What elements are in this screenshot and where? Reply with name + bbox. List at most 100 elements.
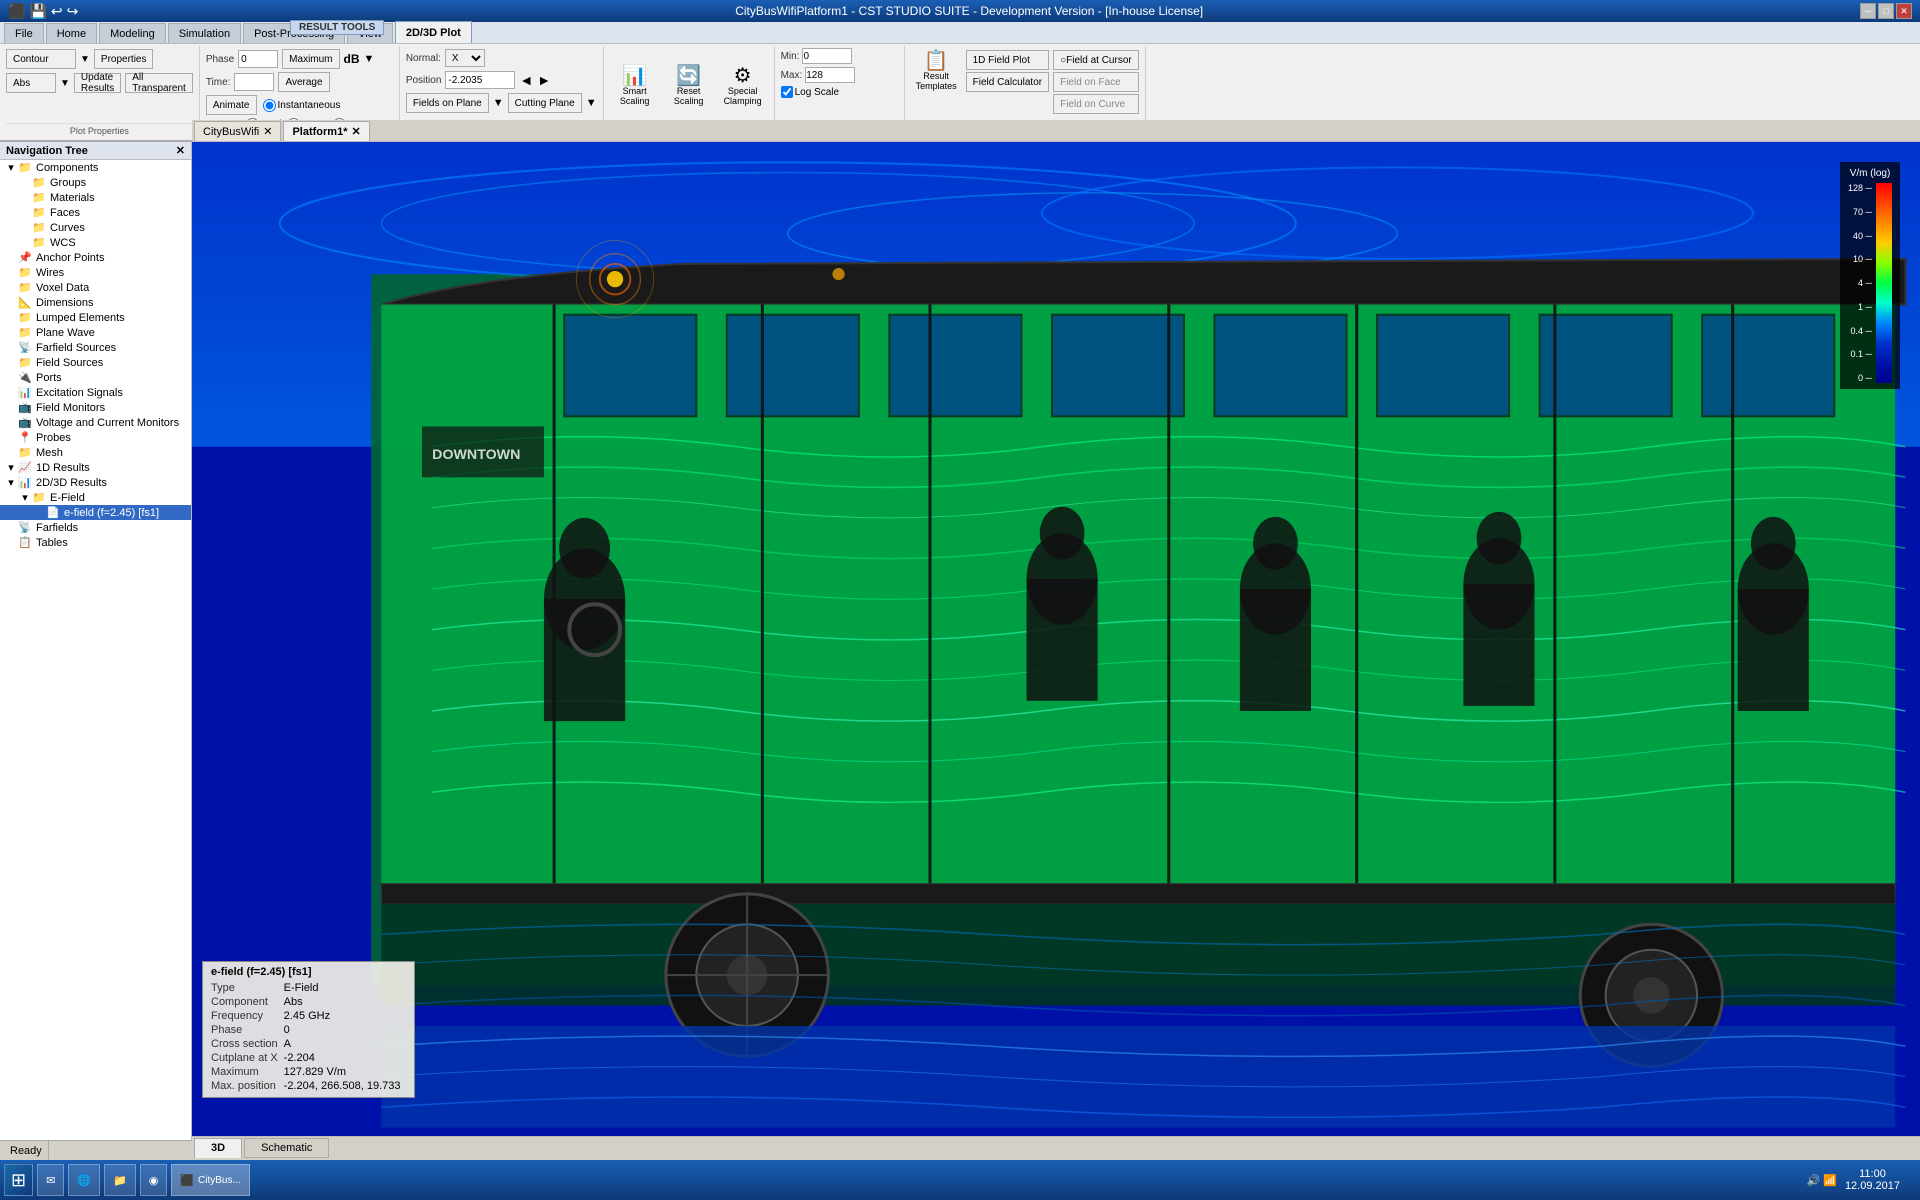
nav-item[interactable]: 📡Farfields: [0, 520, 191, 535]
fields-plane-arrow[interactable]: ▼: [493, 97, 504, 109]
reset-scaling-btn[interactable]: 🔄 ResetScaling: [664, 63, 714, 109]
nav-item[interactable]: 📍Probes: [0, 430, 191, 445]
max-input[interactable]: [805, 67, 855, 83]
nav-item-label: Probes: [36, 432, 71, 444]
nav-item[interactable]: 📌Anchor Points: [0, 250, 191, 265]
all-transparent-btn[interactable]: AllTransparent: [125, 73, 193, 93]
field-at-cursor-btn[interactable]: ○ Field at Cursor: [1053, 50, 1139, 70]
instantaneous-radio[interactable]: [263, 99, 276, 112]
nav-item[interactable]: 📄e-field (f=2.45) [fs1]: [0, 505, 191, 520]
start-btn[interactable]: ⊞: [4, 1164, 33, 1196]
result-templates-btn[interactable]: 📋 ResultTemplates: [911, 48, 962, 94]
nav-item[interactable]: 📁WCS: [0, 235, 191, 250]
nav-item[interactable]: 📐Dimensions: [0, 295, 191, 310]
log-scale-check[interactable]: [781, 86, 793, 98]
vp-tab-platform[interactable]: Platform1* ✕: [283, 121, 369, 141]
main-viewport[interactable]: DOWNTOWN V/m (log): [192, 142, 1920, 1158]
expand-icon[interactable]: ▾: [4, 476, 18, 489]
window-controls[interactable]: ─ □ ✕: [1860, 3, 1912, 19]
vp-tab-citybus-close[interactable]: ✕: [263, 125, 272, 138]
taskbar-chrome[interactable]: ◉: [140, 1164, 168, 1196]
nav-item[interactable]: 📁Field Sources: [0, 355, 191, 370]
db-arrow[interactable]: ▼: [364, 53, 375, 65]
smart-scaling-icon: 📊: [622, 66, 647, 86]
tab-file[interactable]: File: [4, 23, 44, 43]
average-btn[interactable]: Average: [278, 72, 329, 92]
cutting-plane-btn[interactable]: Cutting Plane: [508, 93, 582, 113]
nav-item[interactable]: 📁Faces: [0, 205, 191, 220]
close-btn[interactable]: ✕: [1896, 3, 1912, 19]
cutting-plane-arrow[interactable]: ▼: [586, 97, 597, 109]
nav-item[interactable]: 📁Wires: [0, 265, 191, 280]
tab-simulation[interactable]: Simulation: [168, 23, 241, 43]
1d-field-plot-btn[interactable]: 1D Field Plot: [966, 50, 1049, 70]
vp-tab-citybus[interactable]: CityBusWifi ✕: [194, 121, 281, 141]
field-on-curve-label: Field on Curve: [1060, 99, 1125, 110]
expand-icon[interactable]: ▾: [4, 161, 18, 174]
nav-item[interactable]: 📁Mesh: [0, 445, 191, 460]
quick-access-save[interactable]: 💾: [29, 3, 46, 20]
bottom-tab-3d[interactable]: 3D: [194, 1138, 242, 1158]
tab-home[interactable]: Home: [46, 23, 97, 43]
animate-btn[interactable]: Animate: [206, 95, 257, 115]
field-on-face-btn[interactable]: Field on Face: [1053, 72, 1139, 92]
nav-item-icon: 📁: [32, 221, 48, 234]
normal-select[interactable]: XYZ: [445, 49, 485, 67]
time-input[interactable]: [234, 73, 274, 91]
min-input[interactable]: [802, 48, 852, 64]
nav-item[interactable]: 📺Voltage and Current Monitors: [0, 415, 191, 430]
tab-2d3dplot[interactable]: 2D/3D Plot: [395, 21, 472, 43]
maximize-btn[interactable]: □: [1878, 3, 1894, 19]
nav-item[interactable]: 📁Materials: [0, 190, 191, 205]
nav-item[interactable]: 📁Lumped Elements: [0, 310, 191, 325]
nav-panel-close[interactable]: ✕: [176, 144, 185, 157]
phase-input[interactable]: [238, 50, 278, 68]
nav-item[interactable]: 🔌Ports: [0, 370, 191, 385]
tab-modeling[interactable]: Modeling: [99, 23, 166, 43]
bottom-tab-schematic[interactable]: Schematic: [244, 1138, 329, 1158]
special-clamping-btn[interactable]: ⚙ SpecialClamping: [718, 63, 768, 109]
taskbar-cst[interactable]: ⬛ CityBus...: [171, 1164, 250, 1196]
nav-item[interactable]: 📁Curves: [0, 220, 191, 235]
nav-item[interactable]: ▾📁E-Field: [0, 490, 191, 505]
taskbar-ie[interactable]: 🌐: [68, 1164, 100, 1196]
taskbar-outlook[interactable]: ✉: [37, 1164, 64, 1196]
update-results-btn[interactable]: UpdateResults: [74, 73, 121, 93]
scale-10: 10 ─: [1848, 254, 1872, 264]
nav-item[interactable]: 📋Tables: [0, 535, 191, 550]
properties-btn[interactable]: Properties: [94, 49, 154, 69]
field-on-curve-btn[interactable]: Field on Curve: [1053, 94, 1139, 114]
nav-item[interactable]: 📁Voxel Data: [0, 280, 191, 295]
abs-arrow[interactable]: ▼: [60, 78, 70, 89]
quick-access-redo[interactable]: ↪: [67, 3, 79, 20]
field-calculator-btn[interactable]: Field Calculator: [966, 72, 1049, 92]
expand-icon[interactable]: ▾: [4, 461, 18, 474]
taskbar: ⊞ ✉ 🌐 📁 ◉ ⬛ CityBus... 🔊 📶 11:00 12.09.2…: [0, 1160, 1920, 1200]
nav-item[interactable]: 📡Farfield Sources: [0, 340, 191, 355]
nav-item[interactable]: 📺Field Monitors: [0, 400, 191, 415]
position-input[interactable]: [445, 71, 515, 89]
quick-access-undo[interactable]: ↩: [51, 3, 63, 20]
fields-on-plane-btn[interactable]: Fields on Plane: [406, 93, 489, 113]
contour-btn[interactable]: Contour: [6, 49, 76, 69]
maximum-btn[interactable]: Maximum: [282, 49, 339, 69]
nav-item[interactable]: ▾📈1D Results: [0, 460, 191, 475]
nav-item[interactable]: ▾📁Components: [0, 160, 191, 175]
expand-icon[interactable]: ▾: [18, 491, 32, 504]
nav-item[interactable]: 📊Excitation Signals: [0, 385, 191, 400]
smart-scaling-btn[interactable]: 📊 SmartScaling: [610, 63, 660, 109]
frequency-value: 2.45 GHz: [284, 1009, 407, 1023]
pos-minus-btn[interactable]: ◄: [519, 72, 533, 88]
nav-item[interactable]: 📁Groups: [0, 175, 191, 190]
pos-plus-btn[interactable]: ►: [537, 72, 551, 88]
nav-item[interactable]: 📁Plane Wave: [0, 325, 191, 340]
abs-row: Abs ▼ UpdateResults AllTransparent: [6, 72, 193, 94]
vp-tab-platform-close[interactable]: ✕: [351, 125, 360, 138]
minimize-btn[interactable]: ─: [1860, 3, 1876, 19]
taskbar-explorer[interactable]: 📁: [104, 1164, 136, 1196]
abs-btn[interactable]: Abs: [6, 73, 56, 93]
instantaneous-label: Instantaneous: [278, 100, 341, 111]
nav-item[interactable]: ▾📊2D/3D Results: [0, 475, 191, 490]
contour-arrow[interactable]: ▼: [80, 54, 90, 65]
cross-section-label: Cross section: [211, 1037, 284, 1051]
